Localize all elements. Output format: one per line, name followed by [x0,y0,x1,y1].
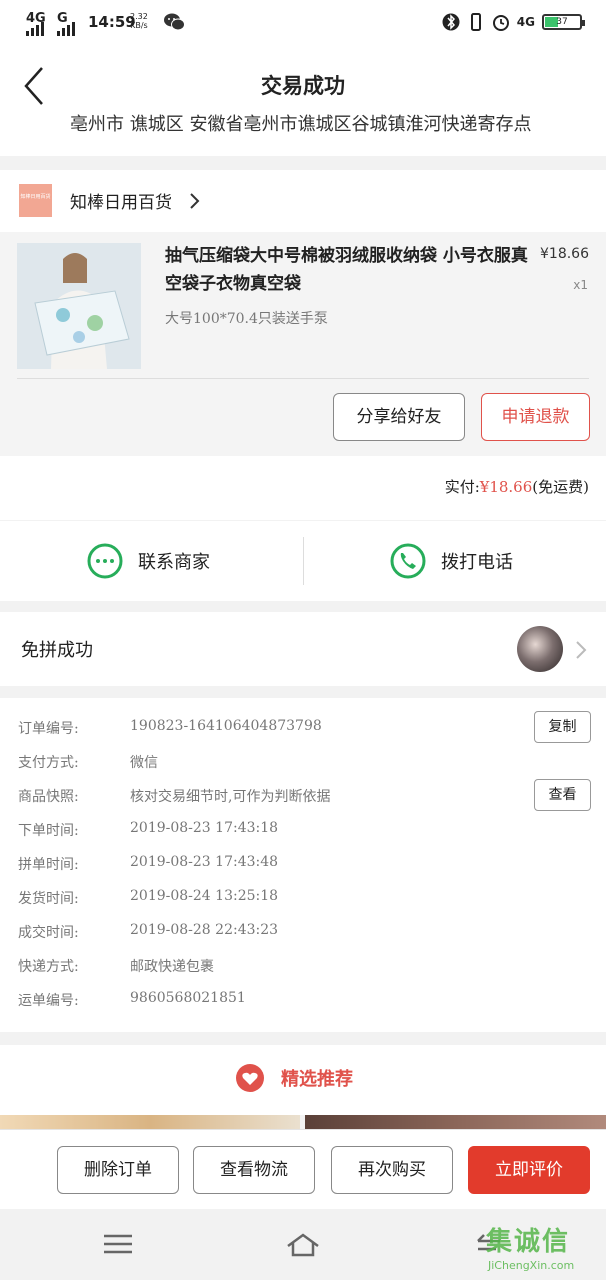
net-speed-unit: KB/s [130,21,148,30]
product-photo-icon [17,243,141,369]
vibrate-icon [470,13,481,31]
system-nav-bar: 集诚信 JiChengXin.com [0,1209,606,1280]
avatar[interactable] [517,626,563,672]
signal-bars-2-icon [57,18,75,36]
heart-icon [236,1064,264,1092]
contact-merchant-label: 联系商家 [138,552,210,573]
divider [303,537,304,585]
paid-prefix: 实付: [444,478,480,496]
shop-row[interactable]: 知棒日用百货 知棒日用百货 [0,170,606,232]
view-logistics-button[interactable]: 查看物流 [193,1146,315,1194]
waybill-number: 9860568021851 [130,990,246,1006]
status-right: 4G 37 [442,11,585,33]
group-time: 2019-08-23 17:43:48 [130,854,279,870]
divider [17,378,589,379]
alarm-icon [492,15,509,31]
call-phone-label: 拨打电话 [441,552,513,573]
net-speed-value: 2.32 [130,12,148,21]
order-number: 190823-164106404873798 [130,718,322,734]
group-time-key: 拼单时间: [18,857,79,873]
product-thumbnail[interactable] [17,243,141,369]
clock: 14:59 [88,13,136,31]
watermark-logo: 集诚信 JiChengXin.com [486,1221,604,1277]
signal-bars-1-icon [26,18,44,36]
recommend-thumbnails[interactable] [0,1115,606,1129]
paid-amount: ¥18.66 [479,478,533,496]
waybill-key: 运单编号: [18,993,79,1009]
page-title: 交易成功 [261,73,345,98]
view-snapshot-button[interactable]: 查看 [534,779,591,811]
payment-summary: 实付:¥18.66(免运费) [0,456,606,520]
net-speed: 2.32 KB/s [130,12,148,30]
deal-time-key: 成交时间: [18,925,79,941]
recommend-title: 精选推荐 [281,1069,353,1090]
shop-name[interactable]: 知棒日用百货 [70,188,172,213]
order-details: 订单编号: 190823-164106404873798 复制 支付方式: 微信 商… [0,698,606,1032]
recommend-header: 精选推荐 [235,1063,353,1093]
ship-time: 2019-08-24 13:25:18 [130,888,279,904]
copy-button[interactable]: 复制 [534,711,591,743]
deal-time: 2019-08-28 22:43:23 [130,922,279,938]
chevron-right-icon [190,193,200,209]
contact-bar: 联系商家 拨打电话 [0,521,606,601]
group-status-label: 免拼成功 [21,640,93,661]
home-icon[interactable] [285,1229,321,1259]
network-type: 4G [516,15,535,29]
product-price: ¥18.66 [540,246,589,262]
watermark-text: 集诚信 [486,1227,571,1257]
product-sku: 大号100*70.4只装送手泵 [165,311,328,327]
watermark-url: JiChengXin.com [488,1259,575,1272]
product-title[interactable]: 抽气压缩袋大中号棉被羽绒服收纳袋 小号衣服真空袋子衣物真空袋 [165,242,533,298]
status-bar: 4G G 14:59 2.32 KB/s 4G 37 [0,0,606,46]
phone-icon [390,543,426,579]
battery-icon: 37 [542,14,585,30]
shop-logo: 知棒日用百货 [19,184,52,217]
express-method: 邮政快递包裹 [130,959,214,975]
paid-amount-line: 实付:¥18.66(免运费) [445,476,589,497]
contact-merchant-button[interactable]: 联系商家 [86,542,210,580]
order-time-key: 下单时间: [18,823,79,839]
order-number-key: 订单编号: [18,721,79,737]
recommend-item-image[interactable] [0,1115,300,1129]
product-card[interactable]: 抽气压缩袋大中号棉被羽绒服收纳袋 小号衣服真空袋子衣物真空袋 ¥18.66 x1… [0,232,606,456]
order-time: 2019-08-23 17:43:18 [130,820,279,836]
snapshot-desc: 核对交易细节时,可作为判断依据 [130,789,331,805]
share-button[interactable]: 分享给好友 [333,393,465,441]
chevron-right-icon [576,641,587,659]
bluetooth-icon [442,13,460,31]
menu-icon[interactable] [100,1229,136,1259]
wechat-icon [164,13,185,31]
page-header: 交易成功 亳州市 谯城区 安徽省亳州市谯城区谷城镇淮河快递寄存点 [0,46,606,156]
snapshot-key: 商品快照: [18,789,79,805]
bottom-action-bar: 删除订单 查看物流 再次购买 立即评价 [0,1129,606,1209]
review-now-button[interactable]: 立即评价 [468,1146,590,1194]
delete-order-button[interactable]: 删除订单 [57,1146,179,1194]
recommend-item-image[interactable] [305,1115,606,1129]
group-status-row[interactable]: 免拼成功 [0,612,606,686]
ship-time-key: 发货时间: [18,891,79,907]
pay-method: 微信 [130,755,158,771]
shipping-address: 亳州市 谯城区 安徽省亳州市谯城区谷城镇淮河快递寄存点 [70,114,532,135]
refund-button[interactable]: 申请退款 [481,393,590,441]
call-phone-button[interactable]: 拨打电话 [389,542,513,580]
recommend-section: 精选推荐 [0,1045,606,1115]
product-quantity: x1 [573,278,588,292]
chat-bubble-icon [87,543,123,579]
express-key: 快递方式: [18,959,79,975]
buy-again-button[interactable]: 再次购买 [331,1146,453,1194]
battery-level: 37 [556,17,568,27]
pay-method-key: 支付方式: [18,755,79,771]
shipping-note: (免运费) [532,478,589,496]
